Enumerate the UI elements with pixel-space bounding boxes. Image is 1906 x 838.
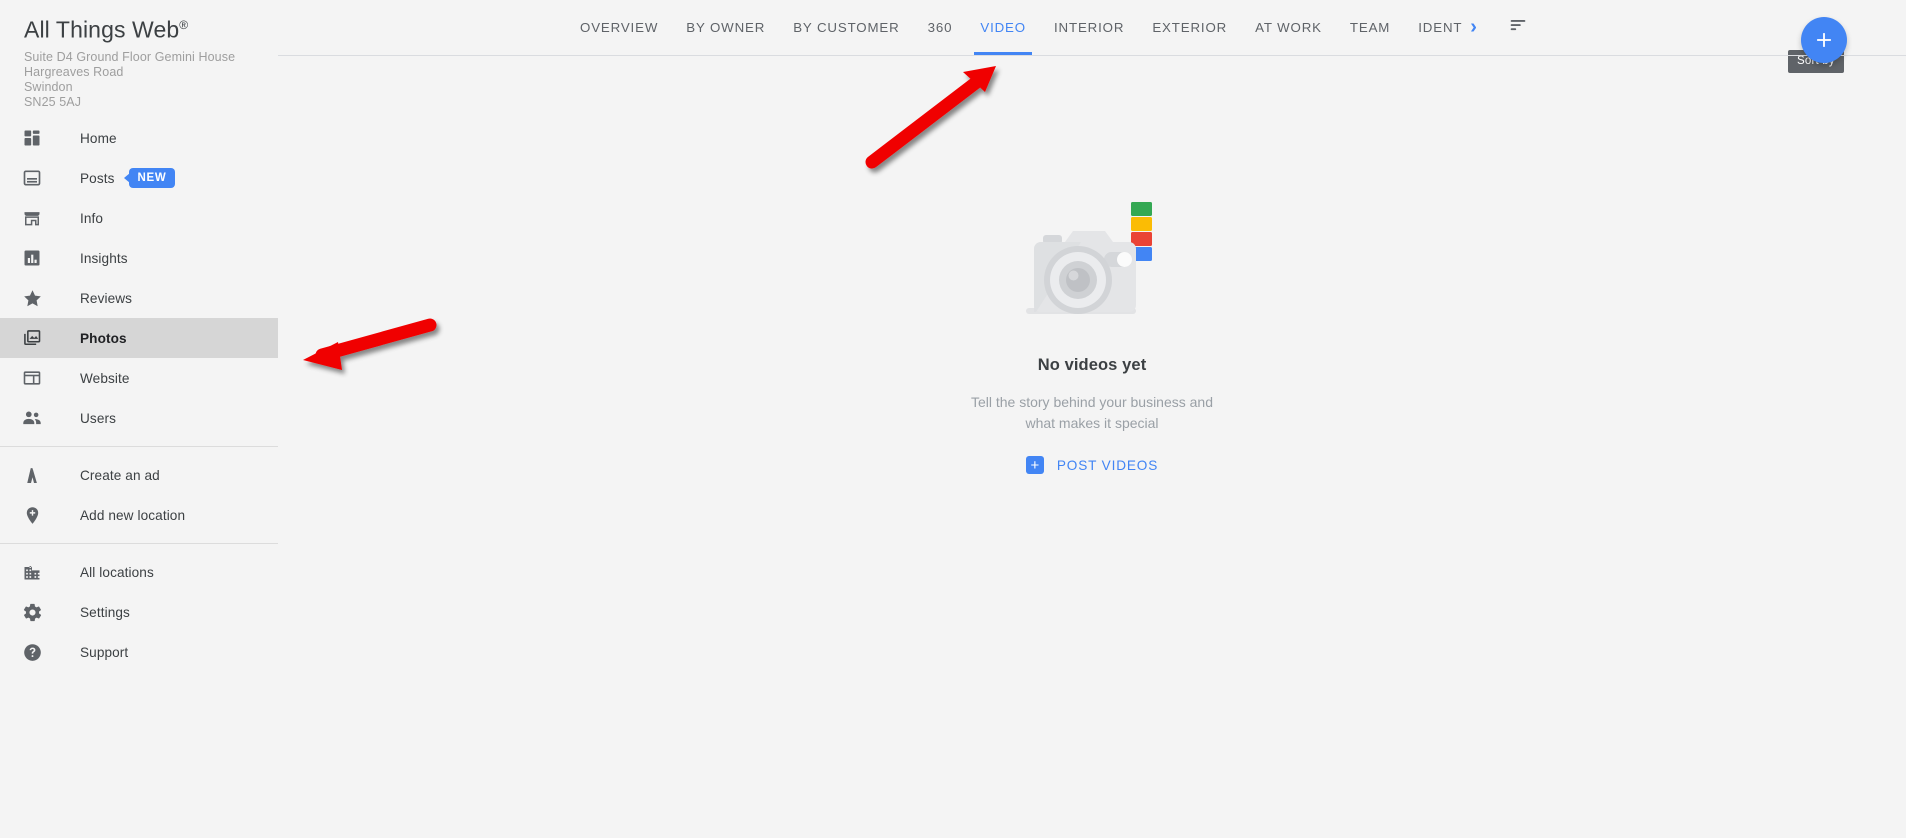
dashboard-icon <box>20 126 44 150</box>
sidebar-item-label: Home <box>80 131 117 146</box>
tab-video[interactable]: VIDEO <box>966 0 1040 55</box>
sidebar-nav-tertiary: All locations Settings Support <box>0 552 278 672</box>
sidebar-item-label: Website <box>80 371 130 386</box>
sidebar-divider <box>0 543 278 544</box>
sidebar-item-info[interactable]: Info <box>0 198 278 238</box>
website-icon <box>20 366 44 390</box>
sidebar-item-create-an-ad[interactable]: Create an ad <box>0 455 278 495</box>
address-line: Hargreaves Road <box>24 65 254 80</box>
sidebar-item-label: Add new location <box>80 508 185 523</box>
sidebar-item-label: Photos <box>80 331 127 346</box>
tab-360[interactable]: 360 <box>914 0 967 55</box>
sidebar-item-home[interactable]: Home <box>0 118 278 158</box>
sort-by-button[interactable] <box>1501 0 1535 55</box>
tab-identity[interactable]: IDENTI <box>1404 0 1462 55</box>
swatch-green <box>1131 202 1152 216</box>
tab-team[interactable]: TEAM <box>1336 0 1404 55</box>
business-header: All Things Web® Suite D4 Ground Floor Ge… <box>0 0 278 110</box>
insights-icon <box>20 246 44 270</box>
posts-icon <box>20 166 44 190</box>
sidebar-item-label: Settings <box>80 605 130 620</box>
buildings-icon <box>20 560 44 584</box>
post-videos-button[interactable]: + POST VIDEOS <box>1026 456 1158 474</box>
sidebar-item-photos[interactable]: Photos <box>0 318 278 358</box>
address-line: SN25 5AJ <box>24 95 254 110</box>
address-line: Suite D4 Ground Floor Gemini House <box>24 50 254 65</box>
sidebar-item-website[interactable]: Website <box>0 358 278 398</box>
plus-icon <box>1813 29 1835 51</box>
sidebar: All Things Web® Suite D4 Ground Floor Ge… <box>0 0 278 838</box>
sidebar-item-posts[interactable]: Posts NEW <box>0 158 278 198</box>
sidebar-item-label: Reviews <box>80 291 132 306</box>
tab-by-customer[interactable]: BY CUSTOMER <box>779 0 913 55</box>
photos-icon <box>20 326 44 350</box>
plus-icon: + <box>1026 456 1044 474</box>
swatch-red <box>1131 232 1152 246</box>
sidebar-item-label: Users <box>80 411 116 426</box>
add-photo-fab[interactable] <box>1801 17 1847 63</box>
tab-exterior[interactable]: EXTERIOR <box>1138 0 1241 55</box>
tab-overview[interactable]: OVERVIEW <box>566 0 672 55</box>
empty-state-title: No videos yet <box>1038 356 1147 375</box>
sidebar-item-settings[interactable]: Settings <box>0 592 278 632</box>
sidebar-nav-primary: Home Posts NEW Info Insights <box>0 118 278 438</box>
star-icon <box>20 286 44 310</box>
help-icon <box>20 640 44 664</box>
sidebar-item-users[interactable]: Users <box>0 398 278 438</box>
storefront-icon <box>20 206 44 230</box>
sidebar-item-label: Info <box>80 211 103 226</box>
users-icon <box>20 406 44 430</box>
tab-interior[interactable]: INTERIOR <box>1040 0 1138 55</box>
chevron-right-icon[interactable]: › <box>1462 0 1485 55</box>
gear-icon <box>20 600 44 624</box>
sidebar-item-label: Create an ad <box>80 468 160 483</box>
google-my-business-app: All Things Web® Suite D4 Ground Floor Ge… <box>0 0 1906 838</box>
add-location-icon <box>20 503 44 527</box>
sidebar-divider <box>0 446 278 447</box>
tab-by-owner[interactable]: BY OWNER <box>672 0 779 55</box>
sidebar-item-label: All locations <box>80 565 154 580</box>
camera-illustration <box>1021 200 1163 330</box>
sort-icon <box>1507 14 1529 41</box>
post-videos-label: POST VIDEOS <box>1057 458 1158 473</box>
tab-at-work[interactable]: AT WORK <box>1241 0 1336 55</box>
business-name: All Things Web® <box>24 10 254 45</box>
empty-state: No videos yet Tell the story behind your… <box>278 200 1906 474</box>
sidebar-item-label: Posts <box>80 171 115 186</box>
empty-state-subtitle: Tell the story behind your business and … <box>957 392 1227 434</box>
sidebar-item-support[interactable]: Support <box>0 632 278 672</box>
sidebar-item-add-new-location[interactable]: Add new location <box>0 495 278 535</box>
sidebar-item-insights[interactable]: Insights <box>0 238 278 278</box>
top-bar: OVERVIEW BY OWNER BY CUSTOMER 360 VIDEO … <box>278 0 1906 56</box>
address-line: Swindon <box>24 80 254 95</box>
swatch-yellow <box>1131 217 1152 231</box>
sidebar-nav-secondary: Create an ad Add new location <box>0 455 278 535</box>
sidebar-item-label: Insights <box>80 251 128 266</box>
sidebar-item-reviews[interactable]: Reviews <box>0 278 278 318</box>
ads-icon <box>20 463 44 487</box>
business-address: Suite D4 Ground Floor Gemini House Hargr… <box>24 50 254 111</box>
main-content: OVERVIEW BY OWNER BY CUSTOMER 360 VIDEO … <box>278 0 1906 838</box>
camera-icon <box>1021 200 1163 330</box>
sidebar-item-all-locations[interactable]: All locations <box>0 552 278 592</box>
sidebar-item-label: Support <box>80 645 128 660</box>
new-badge: NEW <box>129 168 176 188</box>
trademark-symbol: ® <box>179 18 188 32</box>
photo-category-tabs: OVERVIEW BY OWNER BY CUSTOMER 360 VIDEO … <box>566 0 1535 55</box>
